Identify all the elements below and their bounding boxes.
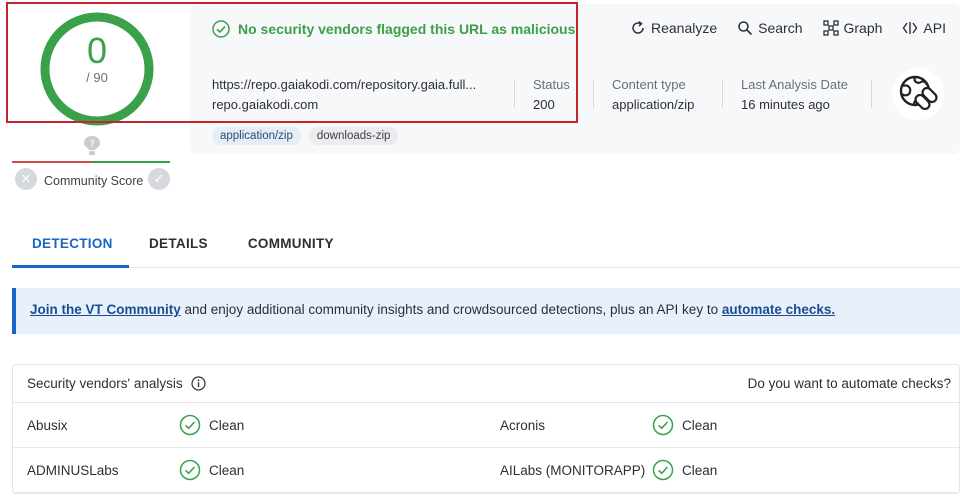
api-button[interactable]: API [902,20,946,36]
last-analysis-label: Last Analysis Date [741,77,848,92]
divider [871,80,872,108]
tab-details[interactable]: DETAILS [129,228,228,268]
community-bar-positive [92,161,170,163]
status-field: Status 200 [533,75,570,115]
vote-harmless-icon[interactable]: ✓ [148,168,170,190]
check-circle-icon [212,20,230,38]
tab-bar: DETECTION DETAILS COMMUNITY [12,228,960,268]
community-bar-negative [12,161,92,163]
status-value: 200 [533,97,555,112]
api-icon [903,22,918,34]
reanalyze-button[interactable]: Reanalyze [630,20,717,36]
globe-link-icon [899,75,938,111]
reanalyze-label: Reanalyze [650,20,718,36]
vendor-name: Acronis [500,417,546,433]
graph-icon [822,20,839,36]
verdict-text: No security vendors flagged this URL as … [238,21,576,37]
divider [514,80,515,108]
full-url[interactable]: https://repo.gaiakodi.com/repository.gai… [212,75,476,95]
content-type-field: Content type application/zip [612,75,694,115]
vendor-result: Clean [209,417,245,433]
tag-downloads-zip[interactable]: downloads-zip [308,127,399,145]
graph-button[interactable]: Graph [822,20,883,36]
vendors-title: Security vendors' analysis [27,376,183,391]
vote-harmful-icon[interactable]: ✕ [15,168,37,190]
refresh-icon [632,20,644,34]
automate-checks-cta[interactable]: Do you want to automate checks? [748,376,951,391]
vendor-name: Abusix [27,417,68,433]
graph-label: Graph [843,20,883,36]
toolbar: Reanalyze Search Graph API [630,20,946,36]
search-icon [738,21,753,36]
join-community-link[interactable]: Join the VT Community [30,302,181,317]
url-info: https://repo.gaiakodi.com/repository.gai… [212,75,476,115]
vendor-result: Clean [682,462,718,478]
banner-text: and enjoy additional community insights … [180,302,722,317]
vendors-table: Security vendors' analysis Do you want t… [12,364,960,494]
tab-detection[interactable]: DETECTION [12,228,129,268]
tag-list: application/zip downloads-zip [212,127,399,145]
community-banner: Join the VT Community and enjoy addition… [12,288,960,334]
check-circle-icon [179,414,201,436]
check-circle-icon [652,414,674,436]
url-favicon [892,68,944,120]
vendor-name: AILabs (MONITORAPP) [500,462,646,478]
info-icon[interactable] [191,376,206,391]
tab-community[interactable]: COMMUNITY [228,228,354,268]
community-score: ? ✕ Community Score ✓ [12,133,172,193]
last-analysis-value: 16 minutes ago [741,97,830,112]
content-type-label: Content type [612,77,686,92]
content-type-value: application/zip [612,97,695,112]
divider [593,80,594,108]
question-icon: ? [84,136,100,155]
tag-application-zip[interactable]: application/zip [212,127,301,145]
divider [722,80,723,108]
detections-count: 0 [86,30,108,71]
vendor-name: ADMINUSLabs [27,462,119,478]
detection-score: 0 / 90 [12,10,172,150]
verdict-message: No security vendors flagged this URL as … [212,20,575,38]
vendor-result: Clean [682,417,718,433]
status-label: Status [533,77,570,92]
automate-checks-link[interactable]: automate checks. [722,302,835,317]
last-analysis-field: Last Analysis Date 16 minutes ago [741,75,848,115]
url-domain[interactable]: repo.gaiakodi.com [212,95,476,115]
svg-text:?: ? [89,139,94,150]
search-button[interactable]: Search [737,20,803,36]
check-circle-icon [179,459,201,481]
api-label: API [923,20,946,36]
community-score-label: Community Score [44,174,144,188]
engines-total: / 90 [86,70,108,85]
table-row: ADMINUSLabs Clean AILabs (MONITORAPP) Cl… [13,448,959,493]
search-label: Search [758,20,803,36]
table-row: Abusix Clean Acronis Clean [13,403,959,448]
check-circle-icon [652,459,674,481]
vendors-header: Security vendors' analysis Do you want t… [13,365,959,403]
vendor-result: Clean [209,462,245,478]
